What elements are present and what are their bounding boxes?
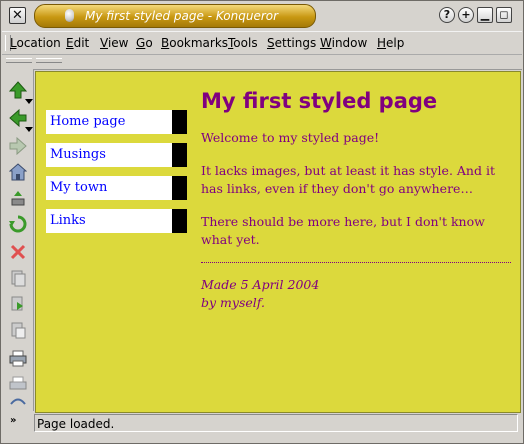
horizontal-rule xyxy=(201,262,511,263)
copy-icon[interactable] xyxy=(9,295,27,313)
up-arrow-icon[interactable] xyxy=(9,81,27,99)
restore-icon[interactable]: ◻ xyxy=(496,7,512,23)
menu-bookmarks[interactable]: Bookmarks xyxy=(161,36,228,51)
print-icon[interactable] xyxy=(9,349,27,367)
title-pill[interactable]: My first styled page - Konqueror xyxy=(34,4,316,28)
menu-tools[interactable]: Tools xyxy=(228,36,258,51)
menu-edit[interactable]: Edit xyxy=(66,36,89,51)
toolbar-handle[interactable] xyxy=(36,58,62,63)
nav-link[interactable]: Musings xyxy=(50,146,106,163)
help-icon[interactable]: ? xyxy=(439,7,455,23)
page-content: Home page Musings My town Links My first… xyxy=(35,71,521,413)
menu-location[interactable]: Location xyxy=(10,36,61,51)
home-icon[interactable] xyxy=(9,163,27,181)
paragraph: Welcome to my styled page! xyxy=(201,130,380,145)
nav-link[interactable]: Home page xyxy=(50,113,125,130)
paragraph: There should be more here, but I don't k… xyxy=(201,214,485,247)
maximize-vertical-icon[interactable]: + xyxy=(458,7,474,23)
vertical-toolbar xyxy=(2,69,34,411)
nav-item-musings[interactable]: Musings xyxy=(46,143,187,167)
signature-date: Made 5 April 2004 xyxy=(201,277,320,292)
menu-help[interactable]: Help xyxy=(377,36,404,51)
forward-arrow-icon[interactable] xyxy=(9,137,27,155)
status-bar: » Page loaded. xyxy=(2,413,522,441)
minimize-icon[interactable]: ▁ xyxy=(477,7,493,23)
cut-icon[interactable] xyxy=(9,269,27,287)
up-folder-icon[interactable] xyxy=(9,189,27,207)
more-tools-icon[interactable]: » xyxy=(10,416,16,426)
nav-item-my-town[interactable]: My town xyxy=(46,176,187,200)
close-window-icon[interactable]: ✕ xyxy=(9,7,26,24)
signature-author: by myself. xyxy=(201,295,265,310)
paste-icon[interactable] xyxy=(9,321,27,339)
nav-link[interactable]: My town xyxy=(50,179,107,196)
menu-bar: Location Edit View Go Bookmarks Tools Se… xyxy=(2,31,522,55)
toolbar-handle[interactable] xyxy=(6,58,32,63)
collapsed-toolbar xyxy=(2,55,522,70)
signature: Made 5 April 2004 by myself. xyxy=(201,276,511,312)
status-text: Page loaded. xyxy=(34,414,518,432)
stop-icon[interactable] xyxy=(9,243,27,261)
browser-window: ✕ My first styled page - Konqueror ? + ▁… xyxy=(0,0,524,444)
menu-go[interactable]: Go xyxy=(136,36,153,51)
dropdown-arrow-icon[interactable] xyxy=(25,99,33,104)
konqueror-app-icon xyxy=(65,9,74,22)
nav-link[interactable]: Links xyxy=(50,212,86,229)
page-heading: My first styled page xyxy=(201,89,438,113)
menu-window[interactable]: Window xyxy=(320,36,367,51)
dropdown-arrow-icon[interactable] xyxy=(25,127,33,132)
window-title: My first styled page - Konqueror xyxy=(85,9,279,23)
nav-item-links[interactable]: Links xyxy=(46,209,187,233)
paragraph: It lacks images, but at least it has sty… xyxy=(201,163,495,196)
back-arrow-icon[interactable] xyxy=(9,109,27,127)
reload-icon[interactable] xyxy=(9,215,27,233)
find-icon[interactable] xyxy=(9,397,27,405)
print-preview-icon[interactable] xyxy=(9,375,27,393)
nav-item-home-page[interactable]: Home page xyxy=(46,110,187,134)
title-bar[interactable]: ✕ My first styled page - Konqueror ? + ▁… xyxy=(2,3,522,29)
menu-view[interactable]: View xyxy=(100,36,128,51)
menu-settings[interactable]: Settings xyxy=(267,36,316,51)
